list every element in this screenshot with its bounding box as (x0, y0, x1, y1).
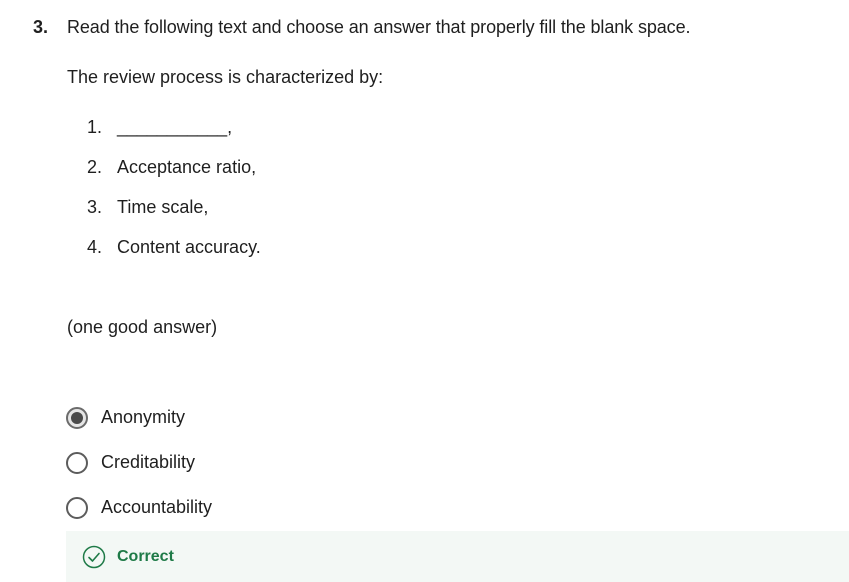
list-item-text: Time scale, (117, 197, 209, 217)
question-intro: The review process is characterized by: (67, 67, 384, 87)
list-item-text: Acceptance ratio, (117, 157, 257, 177)
list-item: 2. Acceptance ratio, (87, 157, 261, 197)
characteristics-list: 1. ___________, 2. Acceptance ratio, 3. … (87, 117, 261, 277)
feedback-label: Correct (117, 547, 174, 565)
list-item-number: 2. (87, 157, 103, 177)
radio-button[interactable] (66, 451, 88, 474)
feedback-banner: Correct (66, 531, 849, 582)
radio-button-selected[interactable] (66, 406, 88, 429)
option-label: Anonymity (101, 407, 186, 427)
list-item: 4. Content accuracy. (87, 237, 261, 277)
option-label: Creditability (101, 452, 196, 472)
list-item-text: ___________, (117, 117, 233, 137)
question-number: 3. (33, 17, 49, 37)
list-item-number: 4. (87, 237, 103, 257)
option-creditability[interactable]: Creditability (64, 440, 212, 485)
list-item: 3. Time scale, (87, 197, 261, 237)
option-label: Accountability (101, 497, 213, 517)
list-item-text: Content accuracy. (117, 237, 261, 257)
list-item-number: 1. (87, 117, 103, 137)
question-text: Read the following text and choose an an… (67, 17, 691, 37)
check-circle-icon (82, 545, 106, 568)
quiz-question: 3. Read the following text and choose an… (0, 0, 849, 582)
list-item-number: 3. (87, 197, 103, 217)
list-item: 1. ___________, (87, 117, 261, 157)
answer-hint: (one good answer) (67, 317, 218, 337)
answer-options: Anonymity Creditability Accountability (64, 395, 212, 530)
option-anonymity[interactable]: Anonymity (64, 395, 212, 440)
radio-button[interactable] (66, 496, 88, 519)
option-accountability[interactable]: Accountability (64, 485, 212, 530)
radio-dot-icon (71, 411, 83, 424)
